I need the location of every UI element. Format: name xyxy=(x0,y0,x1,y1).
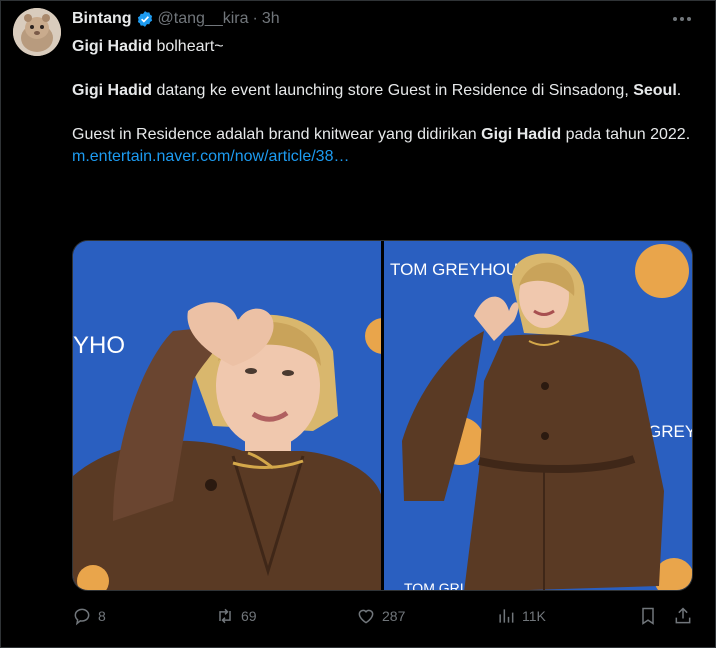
tweet-media[interactable]: YHO TOM GREYHOU GREY TOM GRI xyxy=(72,240,693,591)
bold-name: Gigi Hadid xyxy=(72,82,152,99)
like-button[interactable]: 287 xyxy=(356,606,405,626)
repost-icon xyxy=(219,608,231,624)
text-span: bolheart~ xyxy=(152,38,224,55)
tweet-line-1: Gigi Hadid bolheart~ xyxy=(72,36,702,58)
views-chart-icon xyxy=(499,609,514,623)
reply-count: 8 xyxy=(98,608,106,624)
view-count: 11K xyxy=(522,608,546,624)
backdrop-text: YHO xyxy=(73,332,125,359)
avatar-image xyxy=(13,8,61,56)
reply-button[interactable]: 8 xyxy=(72,606,106,626)
backdrop-text-top: TOM GREYHOU xyxy=(390,260,518,279)
tweet-header: Bintang @tang__kira · 3h xyxy=(72,9,280,29)
tweet-timestamp[interactable]: 3h xyxy=(262,9,280,29)
verified-badge-icon xyxy=(137,11,152,27)
article-link[interactable]: m.entertain.naver.com/now/article/38… xyxy=(72,148,349,165)
reply-icon xyxy=(74,608,90,626)
tweet-text: Gigi Hadid bolheart~ Gigi Hadid datang k… xyxy=(72,36,702,168)
text-span: Guest in Residence adalah brand knitwear… xyxy=(72,126,482,143)
author-handle[interactable]: @tang__kira xyxy=(158,9,249,29)
like-count: 287 xyxy=(382,608,406,624)
repost-button[interactable]: 69 xyxy=(215,606,257,626)
tweet-paragraph-3: Guest in Residence adalah brand knitwear… xyxy=(72,124,702,146)
bookmark-icon xyxy=(642,607,654,625)
bold-place: Seoul xyxy=(633,82,677,99)
text-span: datang ke event launching store Guest in… xyxy=(152,82,634,99)
photo-2[interactable]: TOM GREYHOU GREY TOM GRI xyxy=(384,241,692,590)
text-span: pada tahun 2022. xyxy=(561,126,691,143)
repost-count: 69 xyxy=(241,608,257,624)
share-icon xyxy=(675,607,691,624)
author-name[interactable]: Bintang xyxy=(72,9,132,29)
bookmark-button[interactable] xyxy=(638,606,662,626)
header-separator: · xyxy=(252,10,258,27)
share-button[interactable] xyxy=(673,606,697,626)
more-options-icon[interactable] xyxy=(670,9,694,29)
views-button[interactable]: 11K xyxy=(496,606,546,626)
photo-1-image: YHO xyxy=(73,241,381,590)
text-span: . xyxy=(676,82,682,99)
photo-1[interactable]: YHO xyxy=(73,241,381,590)
backdrop-text-mid: GREY xyxy=(648,422,692,441)
backdrop-text-bottom: TOM GRI xyxy=(404,580,464,590)
tweet-paragraph-2: Gigi Hadid datang ke event launching sto… xyxy=(72,80,702,102)
photo-2-image: TOM GREYHOU GREY TOM GRI xyxy=(384,241,692,590)
bold-name: Gigi Hadid xyxy=(481,126,562,143)
heart-icon xyxy=(358,609,374,624)
tweet-actions: 8 69 287 11K xyxy=(72,606,702,630)
avatar[interactable] xyxy=(13,8,61,56)
brand-badge-icon xyxy=(635,244,689,298)
bold-name: Gigi Hadid xyxy=(72,38,152,55)
